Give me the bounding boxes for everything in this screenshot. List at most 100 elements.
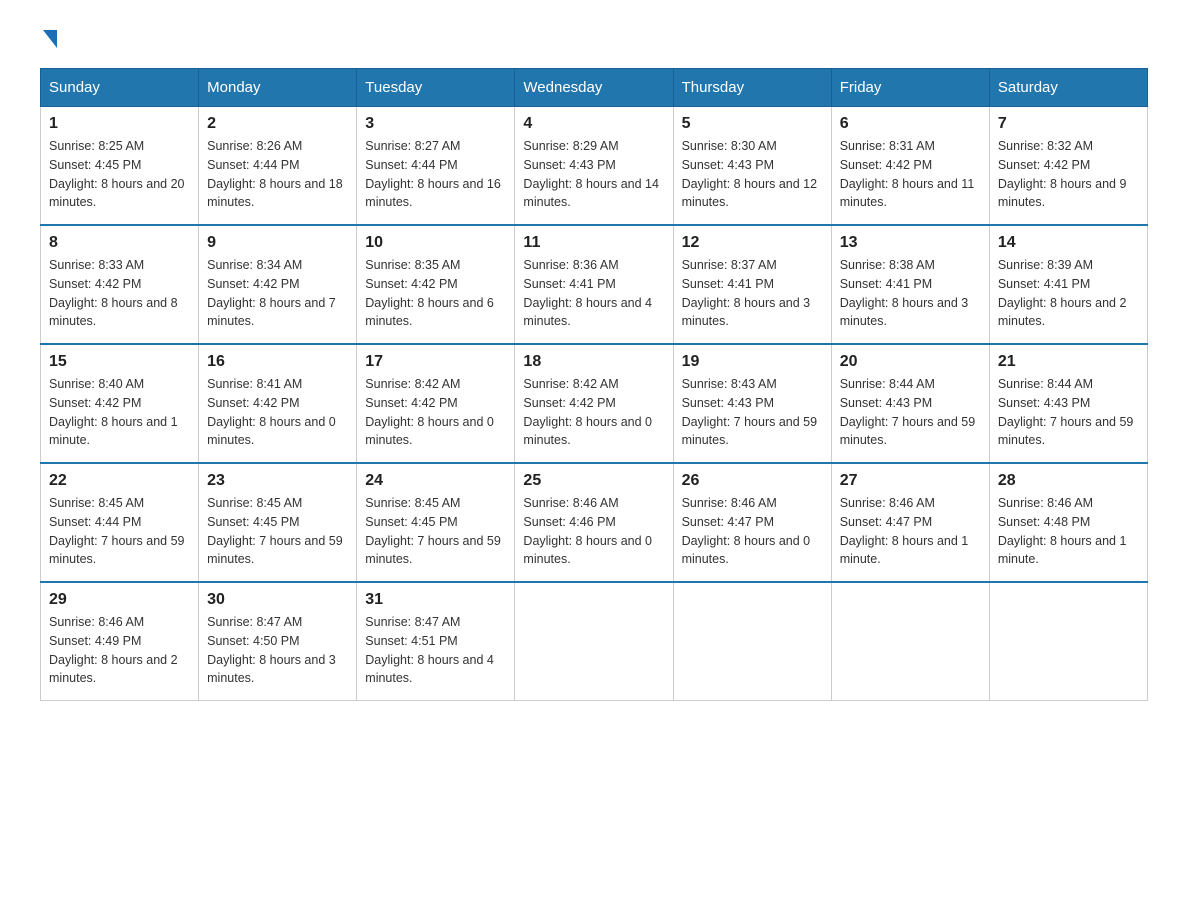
day-cell-1: 1 Sunrise: 8:25 AMSunset: 4:45 PMDayligh… bbox=[41, 107, 199, 226]
day-cell-27: 27 Sunrise: 8:46 AMSunset: 4:47 PMDaylig… bbox=[831, 463, 989, 582]
weekday-header-tuesday: Tuesday bbox=[357, 69, 515, 107]
day-cell-7: 7 Sunrise: 8:32 AMSunset: 4:42 PMDayligh… bbox=[989, 107, 1147, 226]
empty-cell bbox=[515, 582, 673, 701]
week-row-5: 29 Sunrise: 8:46 AMSunset: 4:49 PMDaylig… bbox=[41, 582, 1148, 701]
day-info: Sunrise: 8:46 AMSunset: 4:47 PMDaylight:… bbox=[840, 496, 969, 566]
day-number: 12 bbox=[682, 234, 823, 252]
day-info: Sunrise: 8:33 AMSunset: 4:42 PMDaylight:… bbox=[49, 258, 178, 328]
day-cell-12: 12 Sunrise: 8:37 AMSunset: 4:41 PMDaylig… bbox=[673, 225, 831, 344]
day-cell-26: 26 Sunrise: 8:46 AMSunset: 4:47 PMDaylig… bbox=[673, 463, 831, 582]
empty-cell bbox=[673, 582, 831, 701]
day-cell-11: 11 Sunrise: 8:36 AMSunset: 4:41 PMDaylig… bbox=[515, 225, 673, 344]
day-info: Sunrise: 8:38 AMSunset: 4:41 PMDaylight:… bbox=[840, 258, 969, 328]
day-cell-3: 3 Sunrise: 8:27 AMSunset: 4:44 PMDayligh… bbox=[357, 107, 515, 226]
day-cell-14: 14 Sunrise: 8:39 AMSunset: 4:41 PMDaylig… bbox=[989, 225, 1147, 344]
day-info: Sunrise: 8:31 AMSunset: 4:42 PMDaylight:… bbox=[840, 139, 975, 209]
day-cell-6: 6 Sunrise: 8:31 AMSunset: 4:42 PMDayligh… bbox=[831, 107, 989, 226]
day-cell-18: 18 Sunrise: 8:42 AMSunset: 4:42 PMDaylig… bbox=[515, 344, 673, 463]
day-number: 29 bbox=[49, 591, 190, 609]
day-cell-25: 25 Sunrise: 8:46 AMSunset: 4:46 PMDaylig… bbox=[515, 463, 673, 582]
day-number: 25 bbox=[523, 472, 664, 490]
day-cell-15: 15 Sunrise: 8:40 AMSunset: 4:42 PMDaylig… bbox=[41, 344, 199, 463]
day-number: 20 bbox=[840, 353, 981, 371]
day-info: Sunrise: 8:32 AMSunset: 4:42 PMDaylight:… bbox=[998, 139, 1127, 209]
day-number: 6 bbox=[840, 115, 981, 133]
day-info: Sunrise: 8:30 AMSunset: 4:43 PMDaylight:… bbox=[682, 139, 818, 209]
day-number: 2 bbox=[207, 115, 348, 133]
day-info: Sunrise: 8:47 AMSunset: 4:50 PMDaylight:… bbox=[207, 615, 336, 685]
day-info: Sunrise: 8:44 AMSunset: 4:43 PMDaylight:… bbox=[840, 377, 976, 447]
day-info: Sunrise: 8:34 AMSunset: 4:42 PMDaylight:… bbox=[207, 258, 336, 328]
day-number: 26 bbox=[682, 472, 823, 490]
day-number: 8 bbox=[49, 234, 190, 252]
day-info: Sunrise: 8:45 AMSunset: 4:44 PMDaylight:… bbox=[49, 496, 185, 566]
day-info: Sunrise: 8:45 AMSunset: 4:45 PMDaylight:… bbox=[365, 496, 501, 566]
day-number: 5 bbox=[682, 115, 823, 133]
day-info: Sunrise: 8:46 AMSunset: 4:46 PMDaylight:… bbox=[523, 496, 652, 566]
day-number: 7 bbox=[998, 115, 1139, 133]
week-row-1: 1 Sunrise: 8:25 AMSunset: 4:45 PMDayligh… bbox=[41, 107, 1148, 226]
day-cell-30: 30 Sunrise: 8:47 AMSunset: 4:50 PMDaylig… bbox=[199, 582, 357, 701]
day-cell-29: 29 Sunrise: 8:46 AMSunset: 4:49 PMDaylig… bbox=[41, 582, 199, 701]
day-cell-22: 22 Sunrise: 8:45 AMSunset: 4:44 PMDaylig… bbox=[41, 463, 199, 582]
day-cell-9: 9 Sunrise: 8:34 AMSunset: 4:42 PMDayligh… bbox=[199, 225, 357, 344]
day-info: Sunrise: 8:37 AMSunset: 4:41 PMDaylight:… bbox=[682, 258, 811, 328]
day-number: 4 bbox=[523, 115, 664, 133]
day-number: 9 bbox=[207, 234, 348, 252]
day-cell-10: 10 Sunrise: 8:35 AMSunset: 4:42 PMDaylig… bbox=[357, 225, 515, 344]
day-number: 11 bbox=[523, 234, 664, 252]
day-number: 18 bbox=[523, 353, 664, 371]
day-number: 24 bbox=[365, 472, 506, 490]
day-number: 14 bbox=[998, 234, 1139, 252]
day-info: Sunrise: 8:41 AMSunset: 4:42 PMDaylight:… bbox=[207, 377, 336, 447]
day-number: 28 bbox=[998, 472, 1139, 490]
day-cell-28: 28 Sunrise: 8:46 AMSunset: 4:48 PMDaylig… bbox=[989, 463, 1147, 582]
empty-cell bbox=[989, 582, 1147, 701]
logo-triangle-icon bbox=[43, 30, 57, 48]
day-cell-17: 17 Sunrise: 8:42 AMSunset: 4:42 PMDaylig… bbox=[357, 344, 515, 463]
day-info: Sunrise: 8:45 AMSunset: 4:45 PMDaylight:… bbox=[207, 496, 343, 566]
day-info: Sunrise: 8:25 AMSunset: 4:45 PMDaylight:… bbox=[49, 139, 185, 209]
day-info: Sunrise: 8:46 AMSunset: 4:49 PMDaylight:… bbox=[49, 615, 178, 685]
day-number: 22 bbox=[49, 472, 190, 490]
week-row-2: 8 Sunrise: 8:33 AMSunset: 4:42 PMDayligh… bbox=[41, 225, 1148, 344]
weekday-header-saturday: Saturday bbox=[989, 69, 1147, 107]
week-row-3: 15 Sunrise: 8:40 AMSunset: 4:42 PMDaylig… bbox=[41, 344, 1148, 463]
day-cell-20: 20 Sunrise: 8:44 AMSunset: 4:43 PMDaylig… bbox=[831, 344, 989, 463]
day-number: 3 bbox=[365, 115, 506, 133]
day-number: 30 bbox=[207, 591, 348, 609]
day-number: 17 bbox=[365, 353, 506, 371]
day-info: Sunrise: 8:42 AMSunset: 4:42 PMDaylight:… bbox=[365, 377, 494, 447]
day-cell-4: 4 Sunrise: 8:29 AMSunset: 4:43 PMDayligh… bbox=[515, 107, 673, 226]
day-cell-23: 23 Sunrise: 8:45 AMSunset: 4:45 PMDaylig… bbox=[199, 463, 357, 582]
day-cell-21: 21 Sunrise: 8:44 AMSunset: 4:43 PMDaylig… bbox=[989, 344, 1147, 463]
weekday-header-monday: Monday bbox=[199, 69, 357, 107]
weekday-header-sunday: Sunday bbox=[41, 69, 199, 107]
day-info: Sunrise: 8:27 AMSunset: 4:44 PMDaylight:… bbox=[365, 139, 501, 209]
day-info: Sunrise: 8:39 AMSunset: 4:41 PMDaylight:… bbox=[998, 258, 1127, 328]
day-cell-24: 24 Sunrise: 8:45 AMSunset: 4:45 PMDaylig… bbox=[357, 463, 515, 582]
day-number: 1 bbox=[49, 115, 190, 133]
week-row-4: 22 Sunrise: 8:45 AMSunset: 4:44 PMDaylig… bbox=[41, 463, 1148, 582]
day-info: Sunrise: 8:26 AMSunset: 4:44 PMDaylight:… bbox=[207, 139, 343, 209]
weekday-header-friday: Friday bbox=[831, 69, 989, 107]
day-number: 13 bbox=[840, 234, 981, 252]
day-info: Sunrise: 8:46 AMSunset: 4:48 PMDaylight:… bbox=[998, 496, 1127, 566]
day-cell-2: 2 Sunrise: 8:26 AMSunset: 4:44 PMDayligh… bbox=[199, 107, 357, 226]
weekday-header-row: SundayMondayTuesdayWednesdayThursdayFrid… bbox=[41, 69, 1148, 107]
day-info: Sunrise: 8:40 AMSunset: 4:42 PMDaylight:… bbox=[49, 377, 178, 447]
weekday-header-wednesday: Wednesday bbox=[515, 69, 673, 107]
weekday-header-thursday: Thursday bbox=[673, 69, 831, 107]
day-number: 27 bbox=[840, 472, 981, 490]
calendar-table: SundayMondayTuesdayWednesdayThursdayFrid… bbox=[40, 68, 1148, 701]
day-cell-5: 5 Sunrise: 8:30 AMSunset: 4:43 PMDayligh… bbox=[673, 107, 831, 226]
day-cell-19: 19 Sunrise: 8:43 AMSunset: 4:43 PMDaylig… bbox=[673, 344, 831, 463]
day-number: 31 bbox=[365, 591, 506, 609]
logo bbox=[40, 30, 60, 48]
day-cell-8: 8 Sunrise: 8:33 AMSunset: 4:42 PMDayligh… bbox=[41, 225, 199, 344]
day-info: Sunrise: 8:44 AMSunset: 4:43 PMDaylight:… bbox=[998, 377, 1134, 447]
day-number: 21 bbox=[998, 353, 1139, 371]
day-cell-31: 31 Sunrise: 8:47 AMSunset: 4:51 PMDaylig… bbox=[357, 582, 515, 701]
empty-cell bbox=[831, 582, 989, 701]
day-info: Sunrise: 8:46 AMSunset: 4:47 PMDaylight:… bbox=[682, 496, 811, 566]
